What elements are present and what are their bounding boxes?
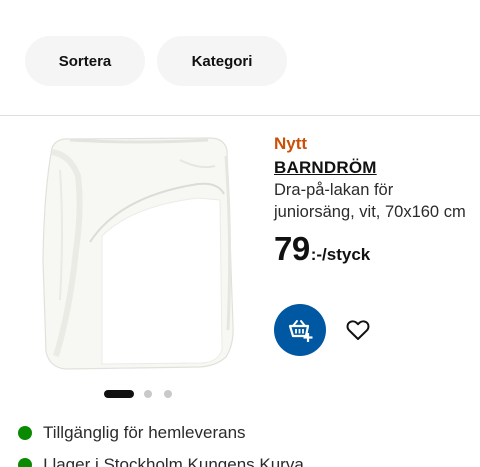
availability-text: Tillgänglig för hemleverans bbox=[43, 423, 246, 442]
in-stock-status-dot bbox=[18, 458, 32, 467]
heart-icon bbox=[346, 320, 370, 340]
carousel-dot[interactable] bbox=[164, 390, 172, 398]
product-image[interactable] bbox=[30, 130, 260, 375]
divider bbox=[0, 115, 480, 116]
availability-text: I lager i Stockholm Kungens Kurva bbox=[43, 455, 304, 467]
carousel-dot[interactable] bbox=[144, 390, 152, 398]
new-badge: Nytt bbox=[274, 134, 308, 153]
price-integer: 79 bbox=[274, 230, 310, 267]
product-price: 79 :-/styck bbox=[274, 231, 474, 267]
in-stock-status-dot bbox=[18, 426, 32, 440]
product-description: Dra-på-lakan för juniorsäng, vit, 70x160… bbox=[274, 181, 466, 221]
product-name-link[interactable]: BARNDRÖM bbox=[274, 158, 474, 178]
favourite-button[interactable] bbox=[340, 312, 376, 348]
price-suffix: :-/styck bbox=[310, 245, 371, 264]
availability-row: Tillgänglig för hemleverans bbox=[18, 423, 246, 443]
sort-button[interactable]: Sortera bbox=[25, 36, 145, 86]
availability-row: I lager i Stockholm Kungens Kurva bbox=[18, 455, 304, 467]
cart-add-icon bbox=[288, 320, 313, 342]
category-filter-button[interactable]: Kategori bbox=[157, 36, 287, 86]
product-info: Nytt BARNDRÖM Dra-på-lakan för juniorsän… bbox=[274, 133, 474, 267]
carousel-dot-active[interactable] bbox=[104, 390, 134, 398]
add-to-cart-button[interactable] bbox=[274, 304, 326, 356]
filter-bar: Sortera Kategori bbox=[0, 0, 480, 115]
